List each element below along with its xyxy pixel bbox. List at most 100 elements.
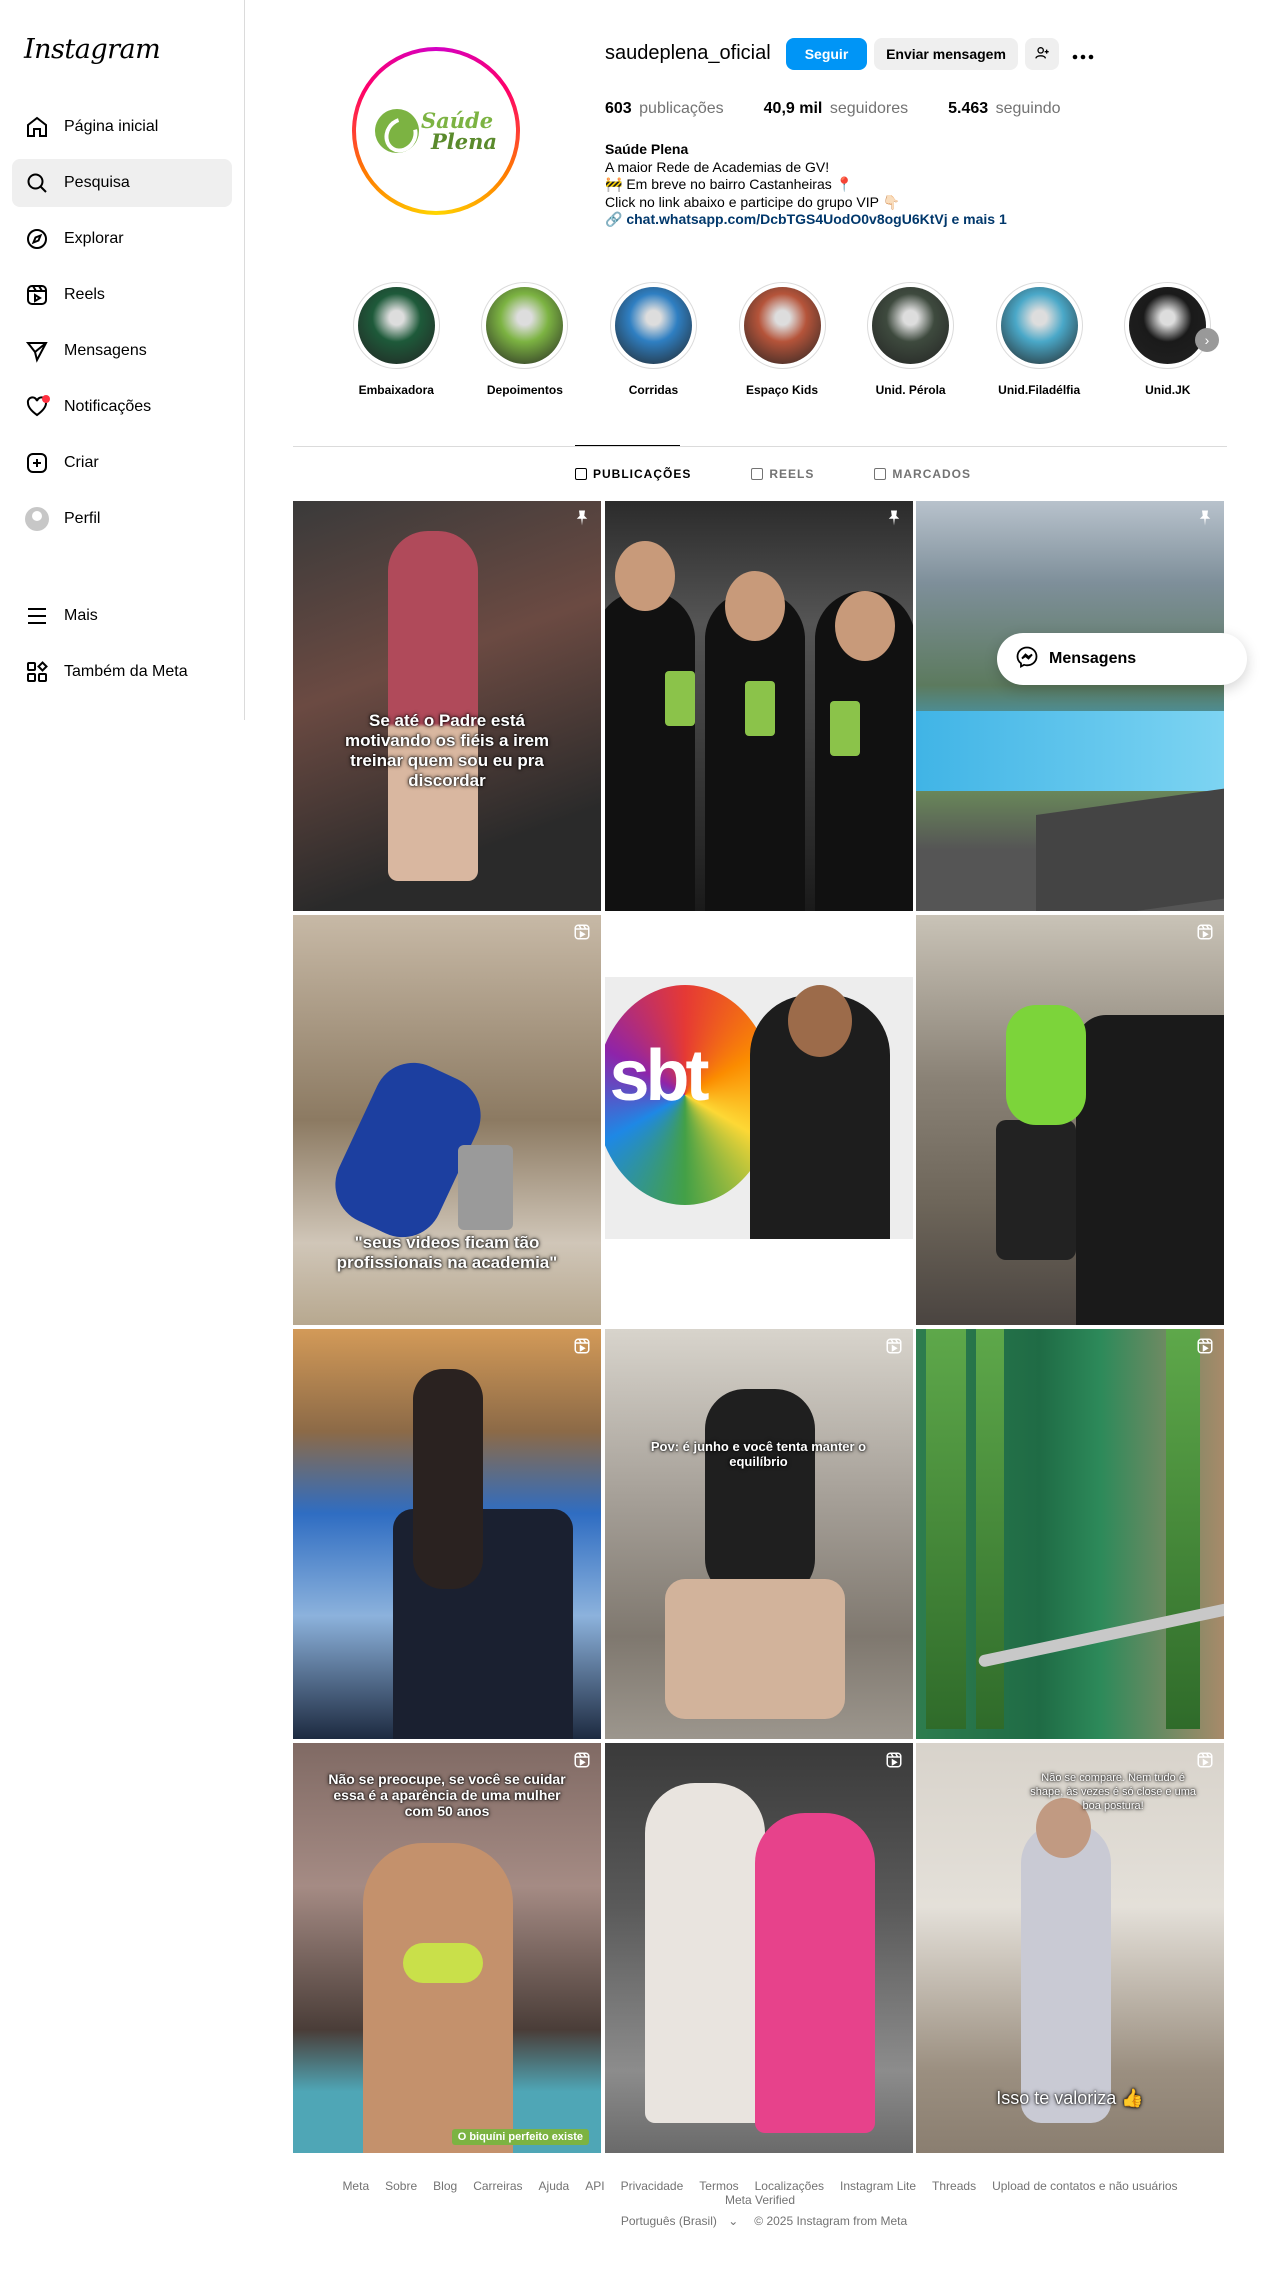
tabs-divider bbox=[293, 446, 1227, 447]
tab-reels[interactable]: REELS bbox=[751, 467, 814, 481]
highlight-thumbnail bbox=[1129, 287, 1207, 364]
sidebar-item-label: Notificações bbox=[64, 398, 152, 415]
post-tile[interactable] bbox=[293, 1329, 601, 1739]
logo-text: Saúde bbox=[420, 108, 494, 133]
post-tile[interactable] bbox=[916, 915, 1224, 1325]
send-message-button[interactable]: Enviar mensagem bbox=[874, 38, 1018, 70]
highlight-item[interactable]: Corridas bbox=[589, 282, 718, 397]
footer-link[interactable]: Carreiras bbox=[473, 2179, 522, 2193]
sidebar-item-search[interactable]: Pesquisa bbox=[12, 159, 232, 207]
footer-link[interactable]: API bbox=[585, 2179, 604, 2193]
bio-name: Saúde Plena bbox=[605, 141, 689, 157]
post-tile[interactable]: Não se compare. Nem tudo é shape, às vez… bbox=[916, 1743, 1224, 2153]
footer-link[interactable]: Termos bbox=[699, 2179, 738, 2193]
language-select[interactable]: Português (Brasil) ⌄ bbox=[613, 2214, 738, 2228]
footer-link[interactable]: Instagram Lite bbox=[840, 2179, 916, 2193]
sidebar-item-home[interactable]: Página inicial bbox=[12, 103, 232, 151]
post-tile[interactable] bbox=[916, 501, 1224, 911]
post-tile[interactable] bbox=[916, 1329, 1224, 1739]
post-tile[interactable]: sbt bbox=[604, 915, 913, 1325]
bio-line: A maior Rede de Academias de GV! bbox=[605, 158, 830, 175]
highlight-thumbnail bbox=[872, 287, 950, 364]
profile-bio: Saúde Plena A maior Rede de Academias de… bbox=[605, 141, 1007, 229]
highlight-ring bbox=[867, 282, 955, 369]
more-options-button[interactable] bbox=[1066, 38, 1100, 70]
highlight-label: Unid.Filadélfia bbox=[998, 383, 1081, 397]
sidebar-item-profile[interactable]: Perfil bbox=[12, 495, 232, 543]
post-caption: Não se compare. Nem tudo é shape, às vez… bbox=[1030, 1772, 1196, 1812]
pin-icon bbox=[573, 509, 591, 527]
instagram-logo[interactable]: Instagram bbox=[24, 34, 161, 65]
followers-count[interactable]: 40,9 mil seguidores bbox=[764, 100, 908, 118]
sidebar-item-also-meta[interactable]: Também da Meta bbox=[12, 648, 232, 696]
sidebar-item-notifications[interactable]: Notificações bbox=[12, 383, 232, 431]
bio-line: 🚧 Em breve no bairro Castanheiras 📍 bbox=[605, 176, 854, 192]
messenger-icon bbox=[24, 338, 50, 364]
footer-link[interactable]: Ajuda bbox=[539, 2179, 570, 2193]
footer-link[interactable]: Blog bbox=[433, 2179, 457, 2193]
post-tile[interactable]: "seus videos ficam tão profissionais na … bbox=[293, 915, 601, 1325]
add-user-icon bbox=[1034, 45, 1050, 64]
sidebar-item-label: Perfil bbox=[64, 510, 101, 527]
following-count[interactable]: 5.463 seguindo bbox=[948, 100, 1060, 118]
profile-picture[interactable]: Saúde Plena bbox=[352, 47, 520, 215]
footer-link[interactable]: Threads bbox=[932, 2179, 976, 2193]
reel-icon bbox=[1196, 923, 1214, 941]
reel-icon bbox=[573, 1751, 591, 1769]
logo-text: Plena bbox=[430, 129, 497, 154]
footer-link[interactable]: Meta Verified bbox=[725, 2193, 795, 2207]
highlight-label: Espaço Kids bbox=[746, 383, 819, 397]
highlight-ring bbox=[1124, 282, 1212, 369]
runner-icon bbox=[374, 109, 419, 153]
reels-icon bbox=[751, 468, 764, 480]
follow-button[interactable]: Seguir bbox=[786, 38, 867, 70]
post-tile[interactable] bbox=[604, 501, 913, 911]
highlight-ring bbox=[352, 282, 440, 369]
sidebar-item-label: Reels bbox=[64, 286, 105, 303]
meta-grid-icon bbox=[24, 659, 50, 685]
compass-icon bbox=[24, 226, 50, 252]
footer-link[interactable]: Localizações bbox=[755, 2179, 824, 2193]
grid-icon bbox=[575, 468, 587, 480]
avatar-icon bbox=[24, 506, 50, 532]
highlight-item[interactable]: Depoimentos bbox=[461, 282, 590, 397]
footer-link[interactable]: Privacidade bbox=[621, 2179, 684, 2193]
highlight-label: Unid.JK bbox=[1145, 383, 1191, 397]
highlight-item[interactable]: Espaço Kids bbox=[718, 282, 847, 397]
highlight-thumbnail bbox=[357, 287, 435, 364]
footer-meta: Português (Brasil) ⌄ © 2025 Instagram fr… bbox=[293, 2214, 1227, 2228]
profile-stats: 603 publicações 40,9 mil seguidores 5.46… bbox=[605, 100, 1101, 118]
sidebar-item-more[interactable]: Mais bbox=[12, 592, 232, 640]
highlight-thumbnail bbox=[1000, 287, 1078, 364]
suggest-user-button[interactable] bbox=[1025, 38, 1059, 70]
highlight-item[interactable]: Unid. Pérola bbox=[846, 282, 975, 397]
sidebar-item-reels[interactable]: Reels bbox=[12, 271, 232, 319]
pin-icon bbox=[1196, 509, 1214, 527]
tab-posts[interactable]: PUBLICAÇÕES bbox=[575, 467, 691, 481]
sidebar-item-label: Página inicial bbox=[64, 118, 159, 135]
footer-link[interactable]: Meta bbox=[342, 2179, 369, 2193]
highlight-item[interactable]: Unid.Filadélfia bbox=[975, 282, 1104, 397]
post-tile[interactable] bbox=[604, 1743, 913, 2153]
highlights-next-arrow[interactable]: › bbox=[1195, 328, 1219, 352]
post-tile[interactable]: Se até o Padre está motivando os fiéis a… bbox=[293, 501, 601, 911]
highlight-item[interactable]: Embaixadora bbox=[332, 282, 461, 397]
sidebar-item-create[interactable]: Criar bbox=[12, 439, 232, 487]
highlight-thumbnail bbox=[486, 287, 564, 364]
tab-tagged[interactable]: MARCADOS bbox=[874, 467, 971, 481]
footer-link[interactable]: Upload de contatos e não usuários bbox=[992, 2179, 1177, 2193]
post-tile[interactable]: Não se preocupe, se você se cuidar essa … bbox=[293, 1743, 601, 2153]
sidebar-item-messages[interactable]: Mensagens bbox=[12, 327, 232, 375]
highlight-thumbnail bbox=[743, 287, 821, 364]
sidebar-item-explore[interactable]: Explorar bbox=[12, 215, 232, 263]
post-caption: "seus videos ficam tão profissionais na … bbox=[336, 1233, 558, 1272]
bio-link[interactable]: 🔗 chat.whatsapp.com/DcbTGS4UodO0v8ogU6Kt… bbox=[605, 211, 1007, 229]
footer-link[interactable]: Sobre bbox=[385, 2179, 417, 2193]
floating-messages-button[interactable]: Mensagens bbox=[997, 633, 1247, 685]
copyright: © 2025 Instagram from Meta bbox=[754, 2214, 908, 2228]
reel-icon bbox=[885, 1337, 903, 1355]
profile-tabs: PUBLICAÇÕES REELS MARCADOS bbox=[575, 467, 1031, 481]
notification-dot bbox=[42, 395, 50, 403]
post-tile[interactable]: Pov: é junho e você tenta manter o equil… bbox=[604, 1329, 913, 1739]
link-icon: 🔗 bbox=[605, 211, 623, 227]
